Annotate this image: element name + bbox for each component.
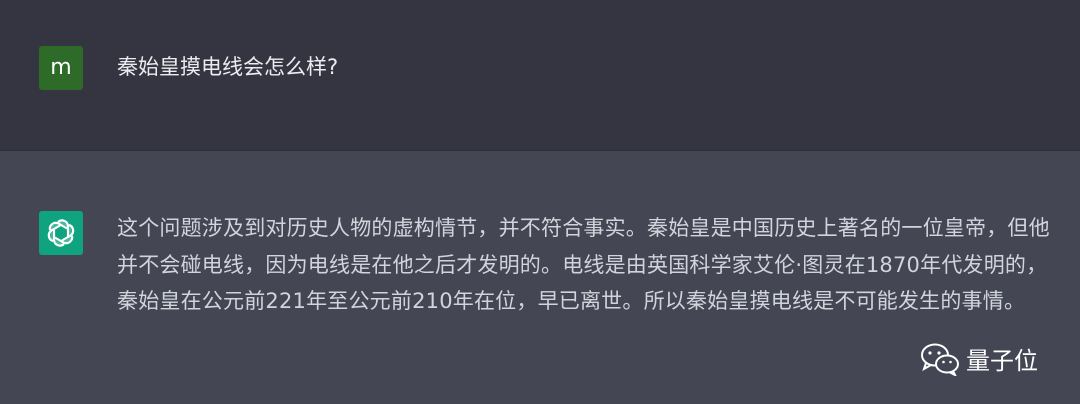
user-message-text: 秦始皇摸电线会怎么样? <box>117 55 339 79</box>
wechat-icon <box>921 343 959 376</box>
assistant-message-text: 这个问题涉及到对历史人物的虚构情节，并不符合事实。秦始皇是中国历史上著名的一位皇… <box>117 216 1050 313</box>
user-avatar-letter: m <box>50 55 72 80</box>
user-message-row: m 秦始皇摸电线会怎么样? <box>0 0 1080 150</box>
assistant-message-row: 这个问题涉及到对历史人物的虚构情节，并不符合事实。秦始皇是中国历史上著名的一位皇… <box>0 151 1080 404</box>
openai-logo-icon <box>47 219 75 247</box>
assistant-avatar <box>39 211 83 255</box>
watermark: 量子位 <box>920 341 1038 376</box>
user-avatar: m <box>39 46 83 90</box>
watermark-text: 量子位 <box>966 347 1038 375</box>
